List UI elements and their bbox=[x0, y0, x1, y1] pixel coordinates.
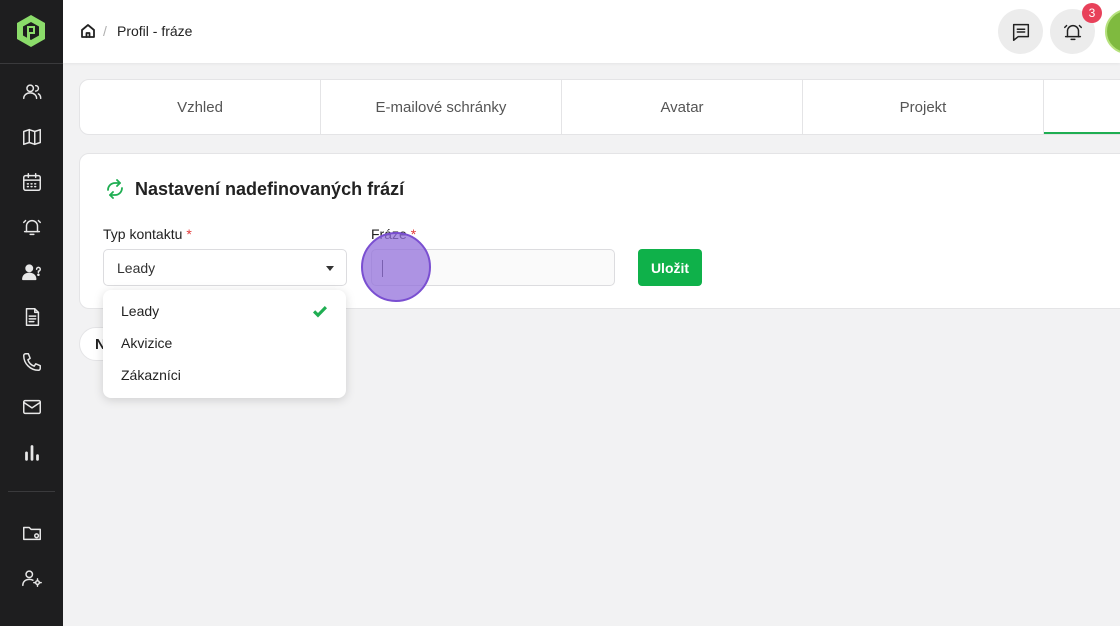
mail-icon[interactable] bbox=[20, 395, 44, 419]
calendar-icon[interactable] bbox=[20, 170, 44, 194]
chat-icon bbox=[1012, 23, 1029, 41]
home-icon[interactable] bbox=[80, 23, 96, 39]
contact-type-select[interactable]: Leady bbox=[103, 249, 347, 286]
check-icon bbox=[312, 305, 328, 319]
breadcrumb-separator: / bbox=[103, 23, 107, 39]
tab-avatar[interactable]: Avatar bbox=[562, 80, 803, 134]
click-indicator bbox=[361, 232, 431, 302]
save-button[interactable]: Uložit bbox=[638, 249, 702, 286]
card-title: Nastavení nadefinovaných frází bbox=[135, 179, 405, 199]
document-icon[interactable] bbox=[20, 305, 44, 329]
breadcrumb-current: Profil - fráze bbox=[117, 23, 193, 39]
contact-type-dropdown: Leady Akvizice Zákazníci bbox=[103, 290, 346, 398]
map-icon[interactable] bbox=[20, 125, 44, 149]
brand-logo-icon[interactable] bbox=[15, 14, 47, 48]
folder-settings-icon[interactable] bbox=[20, 521, 44, 545]
contact-type-label: Typ kontaktu * bbox=[103, 226, 192, 242]
option-akvizice[interactable]: Akvizice bbox=[103, 327, 346, 359]
user-settings-icon[interactable] bbox=[20, 566, 44, 590]
notification-badge: 3 bbox=[1082, 3, 1102, 23]
sidebar-divider bbox=[8, 491, 55, 492]
messages-button[interactable] bbox=[998, 9, 1043, 54]
tab-project[interactable]: Projekt bbox=[803, 80, 1044, 134]
user-question-icon[interactable] bbox=[20, 260, 44, 284]
phone-icon[interactable] bbox=[20, 350, 44, 374]
required-mark: * bbox=[186, 226, 192, 242]
contact-type-value: Leady bbox=[117, 260, 156, 276]
caret-down-icon bbox=[326, 266, 334, 271]
phrases-settings-card: Nastavení nadefinovaných frází Typ konta… bbox=[79, 153, 1120, 309]
sidebar-divider bbox=[0, 63, 63, 64]
tab-email-mailboxes[interactable]: E-mailové schránky bbox=[321, 80, 562, 134]
sidebar bbox=[0, 0, 63, 626]
option-zakaznici[interactable]: Zákazníci bbox=[103, 359, 346, 391]
bar-chart-icon[interactable] bbox=[20, 440, 44, 464]
profile-tabs: Vzhled E-mailové schránky Avatar Projekt bbox=[79, 79, 1120, 135]
users-icon[interactable] bbox=[20, 80, 44, 104]
bell-icon bbox=[1063, 24, 1082, 40]
tab-vzhled[interactable]: Vzhled bbox=[80, 80, 321, 134]
alarm-bell-icon[interactable] bbox=[20, 215, 44, 239]
refresh-cycle-icon bbox=[104, 179, 126, 199]
option-leady[interactable]: Leady bbox=[103, 295, 346, 327]
top-header: / Profil - fráze bbox=[63, 0, 1120, 63]
tab-phrases[interactable] bbox=[1044, 80, 1120, 134]
